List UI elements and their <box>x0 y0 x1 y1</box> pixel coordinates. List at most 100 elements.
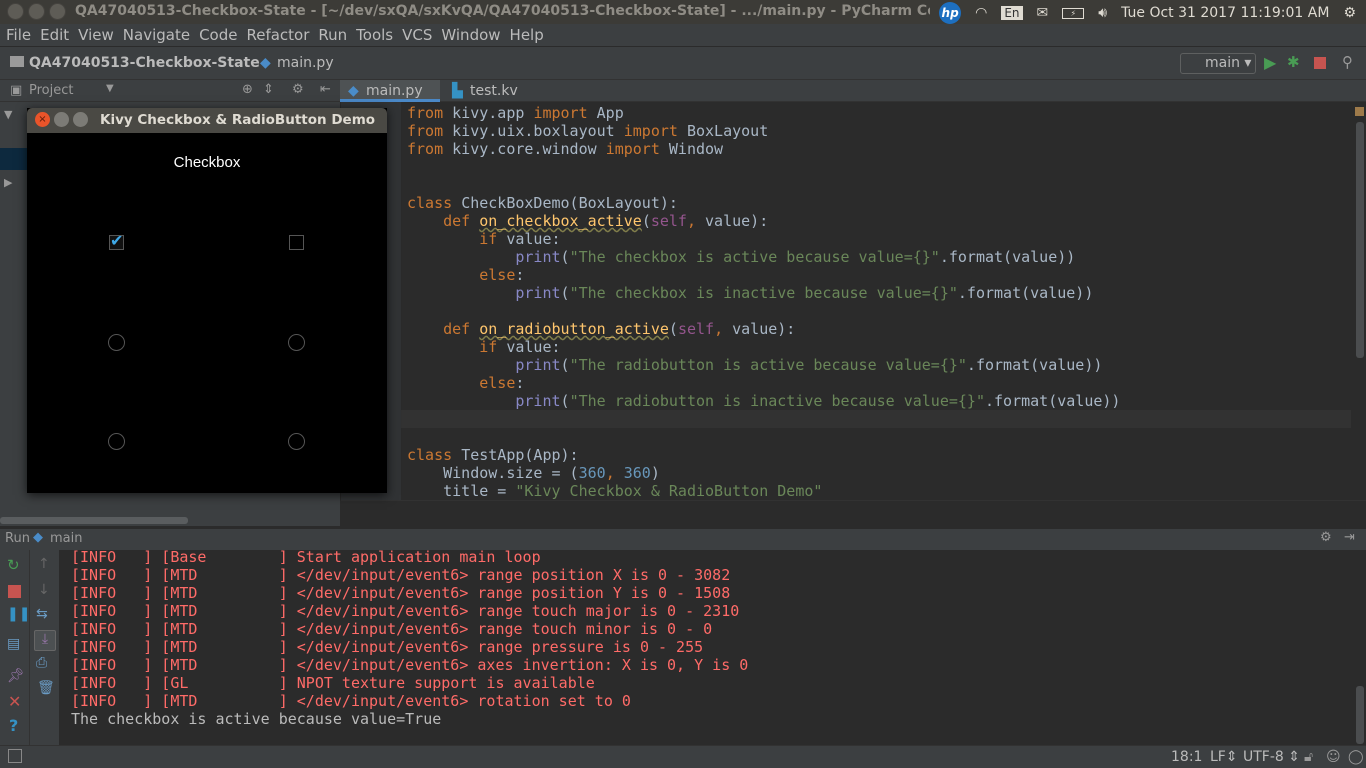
code-token: class <box>407 194 462 212</box>
close-icon[interactable]: ✕ <box>8 692 21 711</box>
code-token: else <box>407 374 516 392</box>
inspector-icon[interactable]: ☺ <box>1326 749 1341 765</box>
run-panel-header: Run ◆ main ⚙ ⇥ <box>0 529 1366 550</box>
menu-vcs[interactable]: VCS <box>402 24 438 46</box>
wifi-icon[interactable]: ◠ <box>975 5 987 21</box>
pause-icon[interactable]: ❚❚ <box>7 606 30 622</box>
clock[interactable]: Tue Oct 31 2017 11:19:01 AM <box>1121 5 1329 21</box>
console-log-line: [INFO ] [MTD ] </dev/input/event6> range… <box>71 638 704 656</box>
down-icon[interactable]: ↓ <box>38 582 50 598</box>
breadcrumb-file[interactable]: main.py <box>277 55 334 71</box>
horizontal-scrollbar[interactable] <box>0 517 188 524</box>
code-token: value): <box>705 212 769 230</box>
maximize-icon[interactable] <box>73 112 88 127</box>
console-program-output: The checkbox is active because value=Tru… <box>71 710 442 728</box>
power-icon[interactable]: ⚙ <box>1343 5 1356 21</box>
gear-icon[interactable]: ⚙ <box>292 82 304 97</box>
menu-run[interactable]: Run <box>318 24 353 46</box>
window-title: QA47040513-Checkbox-State - [~/dev/sxQA/… <box>75 3 930 19</box>
layout-icon[interactable]: ▤ <box>7 636 20 652</box>
soft-wrap-icon[interactable]: ⇆ <box>36 606 48 622</box>
radio-2[interactable] <box>288 334 305 351</box>
radio-4[interactable] <box>288 433 305 450</box>
code-token: "The radiobutton is active because value… <box>569 356 967 374</box>
trash-icon[interactable]: 🗑︎ <box>37 680 55 696</box>
project-view-label[interactable]: Project <box>29 83 73 98</box>
event-log-icon[interactable]: ◯ <box>1348 749 1364 765</box>
search-icon[interactable]: ⚲ <box>1342 53 1353 71</box>
code-line: print("The checkbox is active because va… <box>407 248 1120 266</box>
project-icon: ▣ <box>10 83 23 98</box>
line-separator[interactable]: LF⇕ <box>1210 749 1238 765</box>
code-token: ( <box>560 356 570 374</box>
menu-tools[interactable]: Tools <box>356 24 399 46</box>
keyboard-layout[interactable]: En <box>1001 6 1023 20</box>
radio-1[interactable] <box>108 334 125 351</box>
tool-windows-icon[interactable] <box>8 749 22 763</box>
checkbox-2[interactable] <box>289 235 304 250</box>
minimize-icon[interactable] <box>54 112 69 127</box>
up-icon[interactable]: ↑ <box>38 556 50 572</box>
locate-icon[interactable]: ⊕ <box>242 82 253 97</box>
menu-edit[interactable]: Edit <box>40 24 75 46</box>
chevron-down-icon[interactable]: ▼ <box>106 83 114 94</box>
code-line: else: <box>407 266 1120 284</box>
code-token: , <box>714 320 733 338</box>
code-token: "The checkbox is inactive because value=… <box>569 284 958 302</box>
console-log-line: [INFO ] [MTD ] </dev/input/event6> axes … <box>71 656 749 674</box>
rerun-icon[interactable]: ↻ <box>7 556 20 574</box>
collapse-arrow-icon[interactable]: ▶ <box>4 176 12 189</box>
print-icon[interactable]: ⎙ <box>36 655 47 671</box>
code-token: : <box>515 266 525 284</box>
code-token: if <box>407 338 507 356</box>
menu-view[interactable]: View <box>78 24 120 46</box>
vertical-scrollbar[interactable] <box>1356 122 1364 358</box>
tab-main-py[interactable]: ◆ main.py × <box>340 80 440 115</box>
code-line: from kivy.app import App <box>407 104 1120 122</box>
hide-icon[interactable]: ⇤ <box>320 82 331 97</box>
code-token: kivy.app <box>452 104 534 122</box>
pin-icon[interactable]: 📌︎ <box>7 668 25 684</box>
run-icon[interactable]: ▶ <box>1264 53 1276 72</box>
menu-navigate[interactable]: Navigate <box>123 24 196 46</box>
scroll-to-end-icon[interactable]: ⤓ <box>34 630 56 651</box>
maximize-window-button[interactable] <box>49 3 66 20</box>
debug-icon[interactable]: ✱ <box>1287 53 1300 71</box>
lock-icon[interactable]: 🔓︎ <box>1304 749 1313 765</box>
battery-icon[interactable]: ⚡ <box>1062 7 1085 19</box>
menu-code[interactable]: Code <box>199 24 243 46</box>
code-token: print <box>515 284 561 302</box>
caret-position[interactable]: 18:1 <box>1171 749 1202 765</box>
minimize-window-button[interactable] <box>28 3 45 20</box>
menu-window[interactable]: Window <box>441 24 506 46</box>
run-config-select[interactable]: main ▾ <box>1180 53 1256 74</box>
expand-icon[interactable]: ▼ <box>4 108 12 121</box>
hp-icon[interactable]: hp <box>939 2 962 24</box>
help-icon[interactable]: ? <box>9 716 18 735</box>
mail-icon[interactable]: ✉ <box>1037 5 1049 21</box>
tab-test-kv[interactable]: ▙ test.kv × <box>444 80 544 115</box>
breadcrumb-project[interactable]: QA47040513-Checkbox-State <box>29 55 260 71</box>
close-icon[interactable]: × <box>35 112 50 127</box>
volume-icon[interactable]: 🔊︎ <box>1098 5 1107 21</box>
console[interactable]: [INFO ] [Base ] Start application main l… <box>60 550 1366 745</box>
menu-refactor[interactable]: Refactor <box>246 24 315 46</box>
python-file-icon: ◆ <box>348 83 359 99</box>
encoding[interactable]: UTF-8 ⇕ <box>1243 749 1300 765</box>
console-scrollbar[interactable] <box>1356 686 1364 744</box>
close-window-button[interactable] <box>7 3 24 20</box>
code-token: print <box>515 392 561 410</box>
menu-file[interactable]: File <box>6 24 37 46</box>
hide-panel-icon[interactable]: ⇥ <box>1344 530 1355 545</box>
checkbox-1[interactable]: ✔ <box>109 231 124 250</box>
radio-3[interactable] <box>108 433 125 450</box>
code-content[interactable]: from kivy.app import App from kivy.uix.bo… <box>407 104 1120 500</box>
collapse-icon[interactable]: ⇕ <box>263 82 274 97</box>
stop-icon[interactable] <box>8 585 21 598</box>
run-config-tab[interactable]: main <box>50 531 82 546</box>
menu-help[interactable]: Help <box>510 24 550 46</box>
stop-icon[interactable] <box>1314 57 1326 69</box>
gear-icon[interactable]: ⚙ <box>1320 530 1332 545</box>
selected-tree-row[interactable] <box>0 148 30 170</box>
